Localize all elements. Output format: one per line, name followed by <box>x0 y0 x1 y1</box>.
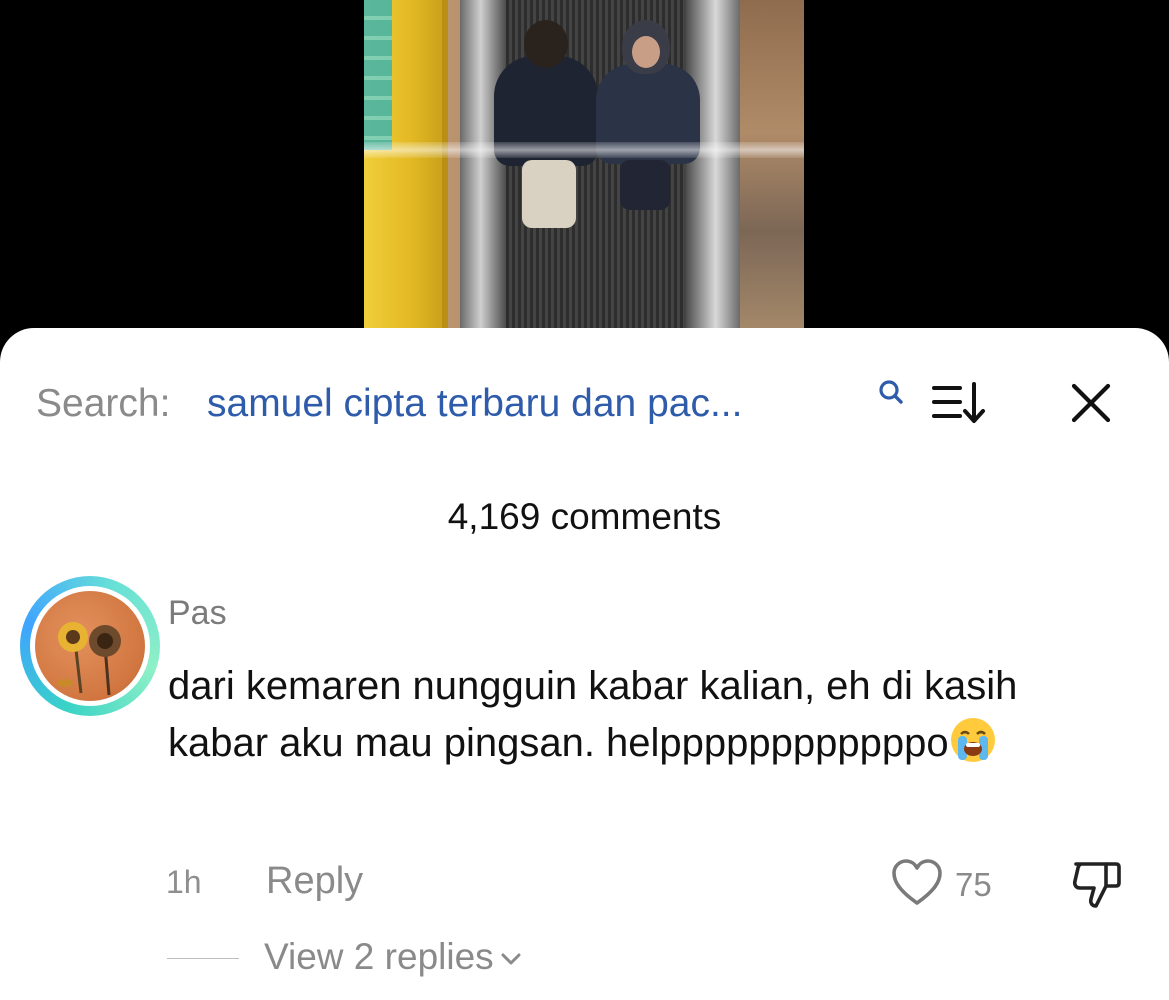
comment-body: dari kemaren nungguin kabar kalian, eh d… <box>168 664 1018 765</box>
sort-icon[interactable] <box>930 380 988 426</box>
video-person-right <box>592 20 702 220</box>
video-frame[interactable] <box>364 0 804 330</box>
comment-count: 4,169 comments <box>447 496 722 537</box>
search-label: Search: <box>36 382 171 425</box>
comment-text: dari kemaren nungguin kabar kalian, eh d… <box>168 658 1118 772</box>
close-icon[interactable] <box>1068 380 1114 426</box>
avatar-image[interactable] <box>35 591 145 701</box>
video-glass-reflection <box>364 142 804 158</box>
reply-button[interactable]: Reply <box>266 860 363 903</box>
view-replies-button[interactable]: View 2 replies <box>264 936 524 978</box>
video-teal-strip <box>364 0 392 150</box>
comments-sheet: Search: samuel cipta terbaru dan pac... … <box>0 328 1169 1000</box>
video-right-floor <box>740 0 804 330</box>
comment-username[interactable]: Pas <box>168 594 227 633</box>
like-count: 75 <box>955 866 992 903</box>
loudly-crying-face-icon <box>950 718 995 762</box>
heart-icon[interactable] <box>890 858 944 908</box>
thumbs-down-icon[interactable] <box>1070 856 1124 912</box>
search-query-link[interactable]: samuel cipta terbaru dan pac... <box>207 382 742 426</box>
comment-time: 1h <box>166 864 202 900</box>
view-replies-label: View 2 replies <box>264 936 494 977</box>
video-person-left <box>494 20 598 230</box>
search-icon[interactable] <box>876 378 906 408</box>
chevron-down-icon <box>501 953 521 965</box>
replies-divider <box>167 958 239 959</box>
sunflower-avatar-icon <box>57 622 121 696</box>
